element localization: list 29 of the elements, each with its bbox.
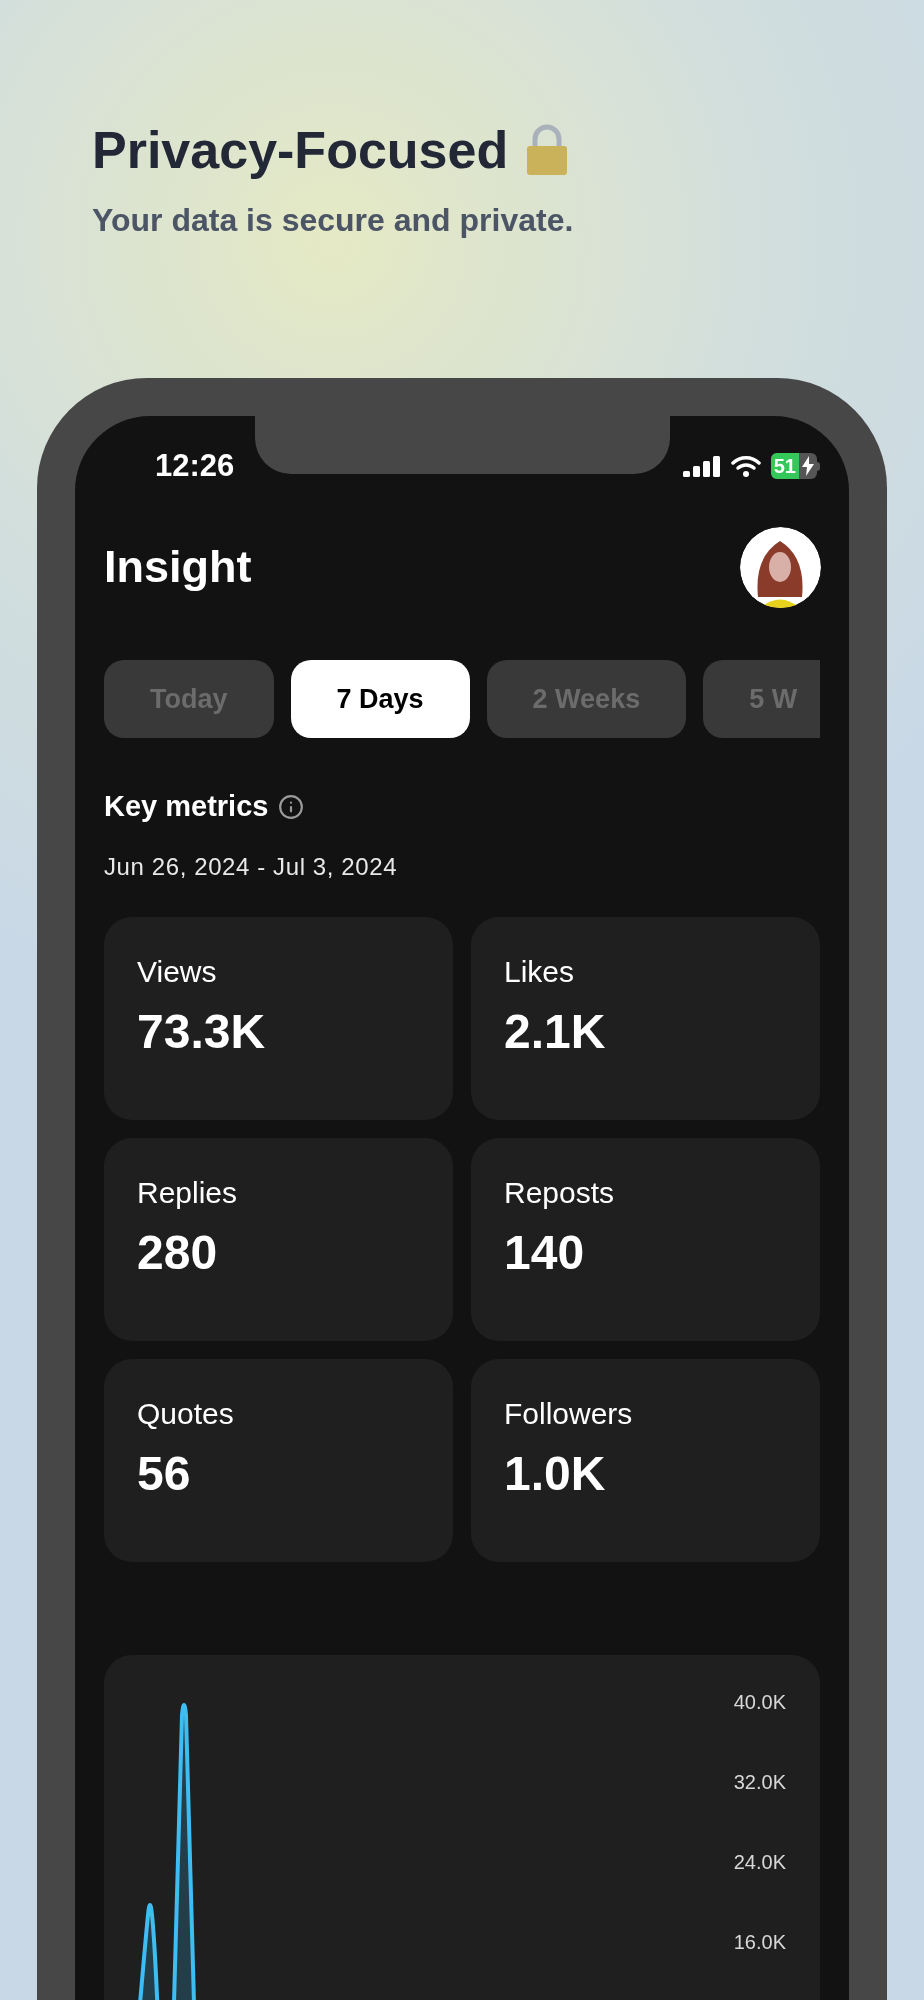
padlock-icon — [526, 124, 569, 176]
metric-label: Followers — [504, 1395, 634, 1432]
axis-label: 40.0K — [733, 1689, 786, 1715]
signal-icon — [682, 455, 721, 477]
metric-label: Views — [137, 953, 218, 990]
battery-level: 51 — [770, 453, 799, 479]
metric-value: 2.1K — [504, 1003, 607, 1060]
metric-label: Quotes — [137, 1395, 235, 1432]
metric-value: 1.0K — [504, 1445, 607, 1502]
period-tab[interactable]: 7 Days — [290, 660, 470, 738]
metric-value: 56 — [137, 1445, 192, 1502]
page-title: Privacy-Focused — [92, 120, 509, 180]
section-title: Key metrics — [104, 789, 269, 824]
app-title: Insight — [104, 540, 252, 595]
axis-label: 16.0K — [733, 1929, 786, 1955]
metric-value: 73.3K — [137, 1003, 267, 1060]
wifi-icon — [730, 455, 761, 477]
metric-value: 140 — [504, 1224, 586, 1281]
axis-label: 32.0K — [733, 1769, 786, 1795]
metric-label: Reposts — [504, 1174, 616, 1211]
status-time: 12:26 — [155, 446, 235, 485]
page-subtitle: Your data is secure and private. — [92, 201, 575, 240]
date-range: Jun 26, 2024 - Jul 3, 2024 — [104, 851, 399, 882]
avatar[interactable] — [740, 526, 821, 608]
metric-value: 280 — [137, 1224, 219, 1281]
axis-label: 24.0K — [733, 1849, 786, 1875]
info-icon[interactable] — [278, 793, 305, 820]
metric-label: Replies — [137, 1174, 239, 1211]
metric-label: Likes — [504, 953, 576, 990]
